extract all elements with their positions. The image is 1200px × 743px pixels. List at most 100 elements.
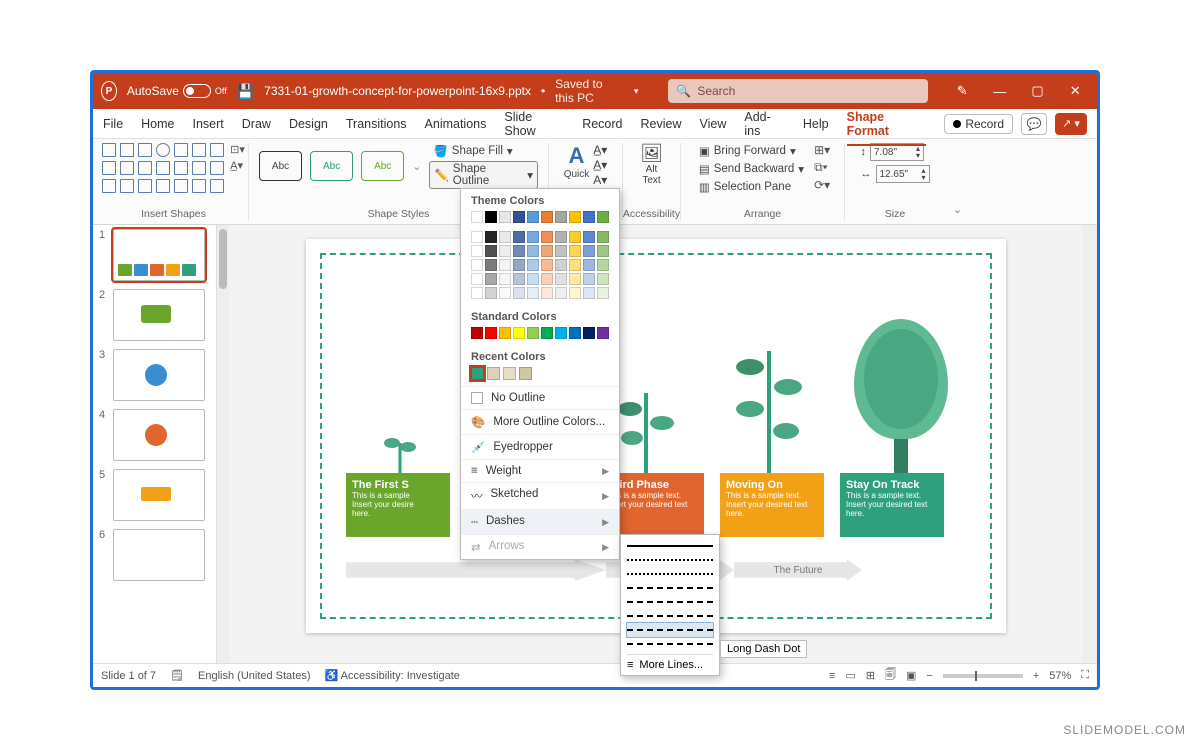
tab-transitions[interactable]: Transitions: [346, 117, 407, 131]
color-swatch[interactable]: [513, 259, 525, 271]
minimize-button[interactable]: —: [986, 73, 1014, 109]
color-swatch[interactable]: [513, 231, 525, 243]
eyedropper-item[interactable]: 💉Eyedropper: [461, 434, 619, 459]
notes-button-icon[interactable]: ≡: [829, 670, 835, 682]
color-swatch[interactable]: [513, 287, 525, 299]
autosave-toggle[interactable]: AutoSave Off: [127, 84, 227, 98]
chevron-down-icon[interactable]: ▾: [634, 86, 639, 97]
color-swatch[interactable]: [471, 259, 483, 271]
color-swatch[interactable]: [597, 259, 609, 271]
shape-outline-button[interactable]: ✏️Shape Outline ▾: [429, 161, 538, 189]
dash-option-round-dot[interactable]: [627, 553, 713, 567]
text-outline-icon[interactable]: A̲▾: [593, 158, 607, 172]
share-button[interactable]: ↗ ▾: [1055, 113, 1087, 135]
color-swatch[interactable]: [597, 273, 609, 285]
bring-forward-button[interactable]: ▣Bring Forward ▾: [695, 143, 808, 159]
color-swatch[interactable]: [485, 287, 497, 299]
color-swatch[interactable]: [485, 327, 497, 339]
rotate-icon[interactable]: ⟳▾: [814, 178, 830, 192]
color-swatch[interactable]: [583, 245, 595, 257]
color-swatch[interactable]: [471, 231, 483, 243]
color-swatch[interactable]: [569, 273, 581, 285]
color-swatch[interactable]: [569, 231, 581, 243]
color-swatch[interactable]: [471, 367, 484, 380]
color-swatch[interactable]: [541, 327, 553, 339]
color-swatch[interactable]: [555, 231, 567, 243]
quick-styles-icon[interactable]: A: [564, 143, 590, 169]
recent-colors-row[interactable]: [461, 365, 619, 386]
dash-option-dash-dot[interactable]: [627, 595, 713, 609]
zoom-out-icon[interactable]: −: [926, 670, 932, 682]
selection-pane-button[interactable]: ▥Selection Pane: [695, 179, 808, 195]
language-status[interactable]: English (United States): [198, 670, 311, 682]
color-swatch[interactable]: [555, 211, 567, 223]
color-swatch[interactable]: [597, 287, 609, 299]
color-swatch[interactable]: [541, 287, 553, 299]
color-swatch[interactable]: [485, 211, 497, 223]
standard-colors-grid[interactable]: [461, 325, 619, 345]
color-swatch[interactable]: [503, 367, 516, 380]
style-preset-1[interactable]: Abc: [259, 151, 302, 181]
collapse-ribbon-icon[interactable]: ⌄: [945, 199, 970, 220]
color-swatch[interactable]: [541, 273, 553, 285]
tab-record[interactable]: Record: [582, 117, 622, 131]
color-swatch[interactable]: [583, 231, 595, 243]
send-backward-button[interactable]: ▤Send Backward ▾: [695, 161, 808, 177]
document-filename[interactable]: 7331-01-growth-concept-for-powerpoint-16…: [264, 84, 531, 98]
tab-animations[interactable]: Animations: [425, 117, 487, 131]
notes-icon[interactable]: 🗒: [170, 669, 184, 682]
tab-add-ins[interactable]: Add-ins: [744, 110, 785, 138]
stepper-icon[interactable]: ▴▾: [916, 145, 920, 159]
color-swatch[interactable]: [471, 245, 483, 257]
pen-icon[interactable]: ✎: [948, 73, 976, 109]
color-swatch[interactable]: [513, 245, 525, 257]
thumbnail-5[interactable]: 5: [99, 469, 210, 521]
color-swatch[interactable]: [569, 287, 581, 299]
weight-item[interactable]: ≡Weight▶: [461, 459, 619, 482]
record-button[interactable]: Record: [944, 114, 1013, 134]
dash-option-long-dash[interactable]: [627, 609, 713, 623]
maximize-button[interactable]: ▢: [1024, 73, 1052, 109]
color-swatch[interactable]: [499, 231, 511, 243]
thumbnail-1[interactable]: 1: [99, 229, 210, 281]
thumbnail-6[interactable]: 6: [99, 529, 210, 581]
tab-shape-format[interactable]: Shape Format: [847, 110, 927, 146]
color-swatch[interactable]: [513, 327, 525, 339]
thumbnail-3[interactable]: 3: [99, 349, 210, 401]
color-swatch[interactable]: [527, 245, 539, 257]
color-swatch[interactable]: [513, 273, 525, 285]
sorter-view-icon[interactable]: ⊞: [866, 669, 875, 682]
search-input[interactable]: 🔍 Search: [668, 79, 928, 103]
color-swatch[interactable]: [541, 245, 553, 257]
color-swatch[interactable]: [569, 245, 581, 257]
tab-design[interactable]: Design: [289, 117, 328, 131]
text-fill-icon[interactable]: A̲▾: [593, 143, 607, 157]
theme-colors-grid[interactable]: [461, 209, 619, 229]
color-swatch[interactable]: [569, 259, 581, 271]
accessibility-status[interactable]: ♿ Accessibility: Investigate: [325, 669, 460, 682]
color-swatch[interactable]: [485, 231, 497, 243]
color-swatch[interactable]: [499, 245, 511, 257]
stepper-icon[interactable]: ▴▾: [921, 167, 925, 181]
color-swatch[interactable]: [597, 211, 609, 223]
dash-option-long-dash-dot-dot[interactable]: [627, 637, 713, 651]
width-input[interactable]: 12.65"▴▾: [876, 165, 930, 183]
slide-counter[interactable]: Slide 1 of 7: [101, 670, 156, 682]
fit-to-window-icon[interactable]: ⛶: [1081, 669, 1089, 682]
dash-option-square-dot[interactable]: [627, 567, 713, 581]
color-swatch[interactable]: [471, 211, 483, 223]
color-swatch[interactable]: [527, 287, 539, 299]
color-swatch[interactable]: [555, 273, 567, 285]
align-icon[interactable]: ⊞▾: [814, 143, 830, 157]
color-swatch[interactable]: [555, 245, 567, 257]
tab-draw[interactable]: Draw: [242, 117, 271, 131]
color-swatch[interactable]: [583, 287, 595, 299]
color-swatch[interactable]: [541, 211, 553, 223]
dash-option-dash[interactable]: [627, 581, 713, 595]
thumbnail-4[interactable]: 4: [99, 409, 210, 461]
comments-button[interactable]: 💬: [1021, 113, 1047, 135]
tab-insert[interactable]: Insert: [193, 117, 224, 131]
text-effects-icon[interactable]: A▾: [593, 173, 607, 187]
color-swatch[interactable]: [499, 259, 511, 271]
normal-view-icon[interactable]: ▭: [845, 669, 855, 682]
